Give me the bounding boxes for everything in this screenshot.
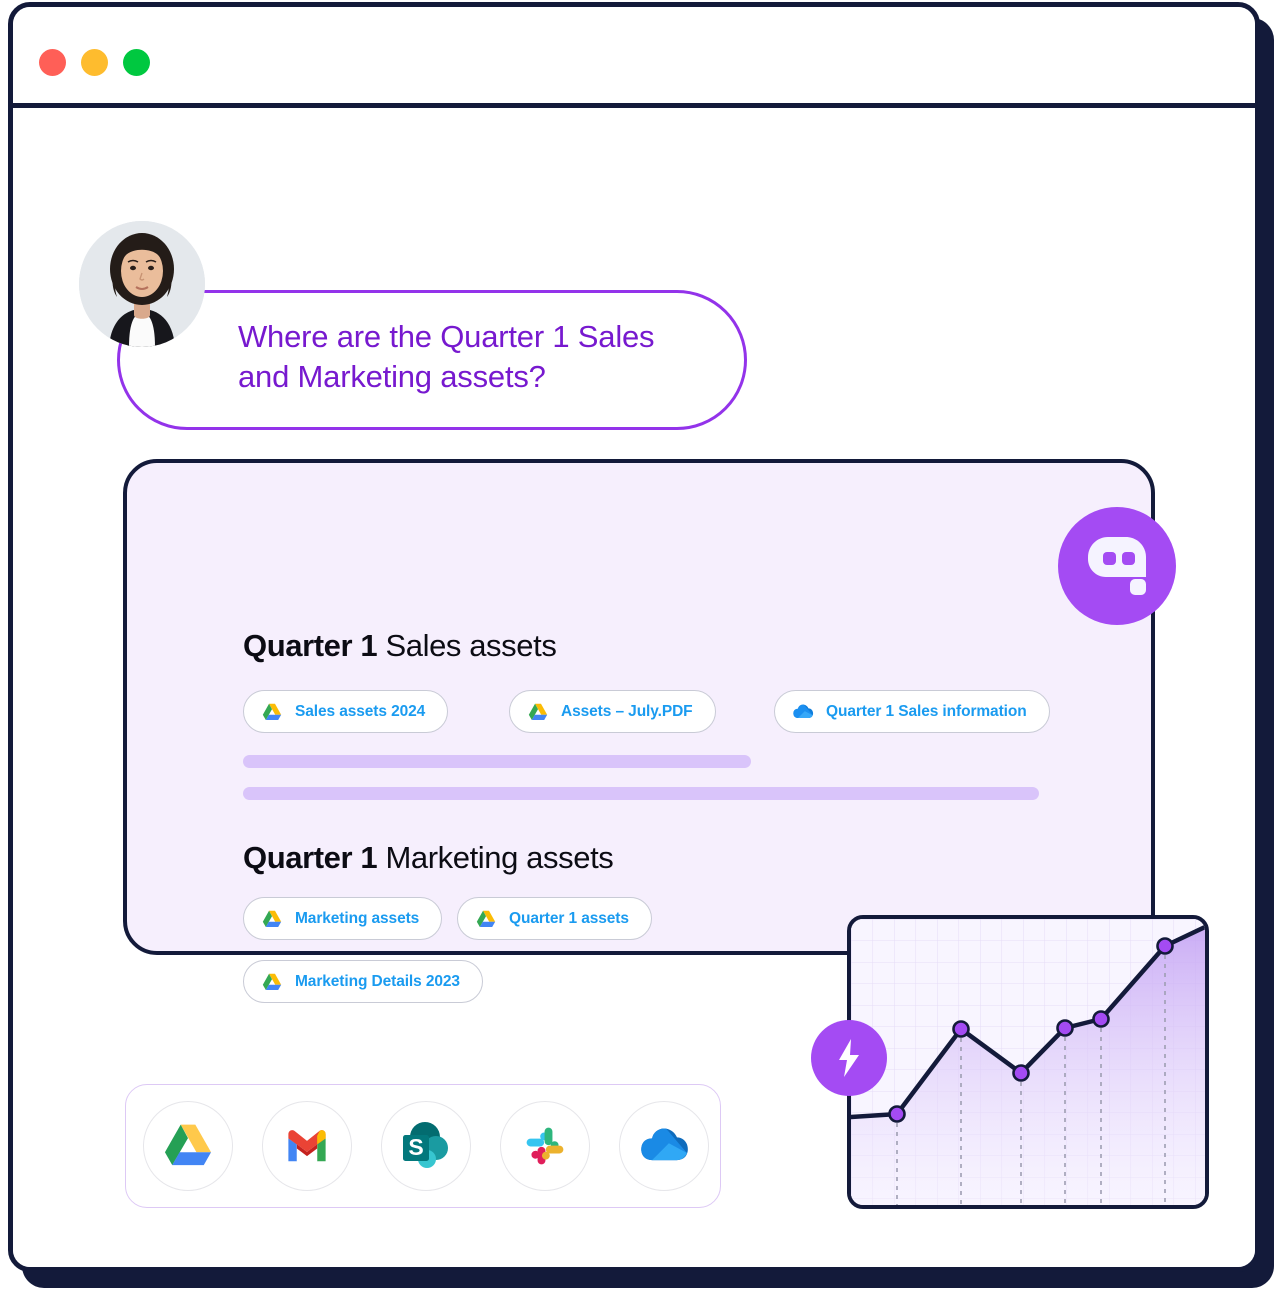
file-chip-marketing-assets[interactable]: Marketing assets	[243, 897, 443, 940]
file-chip-marketing-details-2023[interactable]: Marketing Details 2023	[243, 960, 483, 1003]
line-chart	[851, 919, 1205, 1205]
file-chip-sales-assets-2024[interactable]: Sales assets 2024	[243, 690, 449, 733]
google-drive-icon	[262, 973, 282, 990]
sharepoint-icon: S	[403, 1122, 448, 1168]
file-chip-quarter-1-sales-information[interactable]: Quarter 1 Sales information	[774, 690, 1050, 733]
file-chip-label: Marketing Details 2023	[295, 972, 460, 990]
app-icon-google-drive[interactable]	[143, 1101, 233, 1191]
google-drive-icon	[528, 703, 548, 720]
app-icon-gmail[interactable]	[262, 1101, 352, 1191]
onedrive-icon	[793, 704, 814, 718]
google-drive-icon	[262, 910, 282, 927]
lightning-badge[interactable]	[811, 1020, 887, 1096]
window-content: Where are the Quarter 1 Sales and Market…	[13, 108, 1255, 1267]
section-heading-sales-rest: Sales assets	[377, 628, 557, 663]
placeholder-bar	[243, 787, 1039, 800]
file-chip-label: Marketing assets	[295, 909, 420, 927]
user-question-bubble: Where are the Quarter 1 Sales and Market…	[117, 290, 747, 430]
trend-chart-card	[847, 915, 1209, 1209]
avatar-photo	[79, 221, 205, 347]
file-chip-assets-july-pdf[interactable]: Assets – July.PDF	[509, 690, 716, 733]
section-heading-marketing-bold: Quarter 1	[243, 840, 378, 875]
gmail-icon	[288, 1130, 326, 1162]
section-heading-sales: Quarter 1 Sales assets	[243, 628, 557, 664]
connected-apps-dock: S	[125, 1084, 721, 1208]
app-icon-sharepoint[interactable]: S	[381, 1101, 471, 1191]
file-chip-label: Quarter 1 assets	[509, 909, 629, 927]
browser-window: Where are the Quarter 1 Sales and Market…	[8, 2, 1260, 1272]
lightning-bolt-icon	[839, 1039, 859, 1077]
chat-bot-icon	[1088, 537, 1146, 595]
svg-text:S: S	[408, 1134, 423, 1160]
google-drive-icon	[476, 910, 496, 927]
app-icon-onedrive[interactable]	[619, 1101, 709, 1191]
app-icon-slack[interactable]	[500, 1101, 590, 1191]
close-window-button[interactable]	[39, 49, 66, 76]
google-drive-icon	[164, 1124, 212, 1166]
window-titlebar	[13, 7, 1255, 108]
minimize-window-button[interactable]	[81, 49, 108, 76]
window-controls	[39, 49, 150, 76]
file-chip-label: Assets – July.PDF	[561, 702, 693, 720]
onedrive-icon	[641, 1128, 688, 1161]
maximize-window-button[interactable]	[123, 49, 150, 76]
user-question-text: Where are the Quarter 1 Sales and Market…	[238, 319, 655, 394]
section-heading-marketing-rest: Marketing assets	[377, 840, 614, 875]
slack-icon	[526, 1127, 564, 1165]
file-chip-quarter-1-assets[interactable]: Quarter 1 assets	[457, 897, 652, 940]
section-heading-marketing: Quarter 1 Marketing assets	[243, 840, 614, 876]
placeholder-bar	[243, 755, 751, 768]
section-heading-sales-bold: Quarter 1	[243, 628, 378, 663]
file-chip-label: Sales assets 2024	[295, 702, 426, 720]
chat-bot-badge[interactable]	[1058, 507, 1176, 625]
avatar	[79, 221, 205, 347]
assistant-answer-card: Quarter 1 Sales assets Sales assets 2024…	[123, 459, 1155, 1003]
google-drive-icon	[262, 703, 282, 720]
file-chip-label: Quarter 1 Sales information	[826, 702, 1027, 720]
